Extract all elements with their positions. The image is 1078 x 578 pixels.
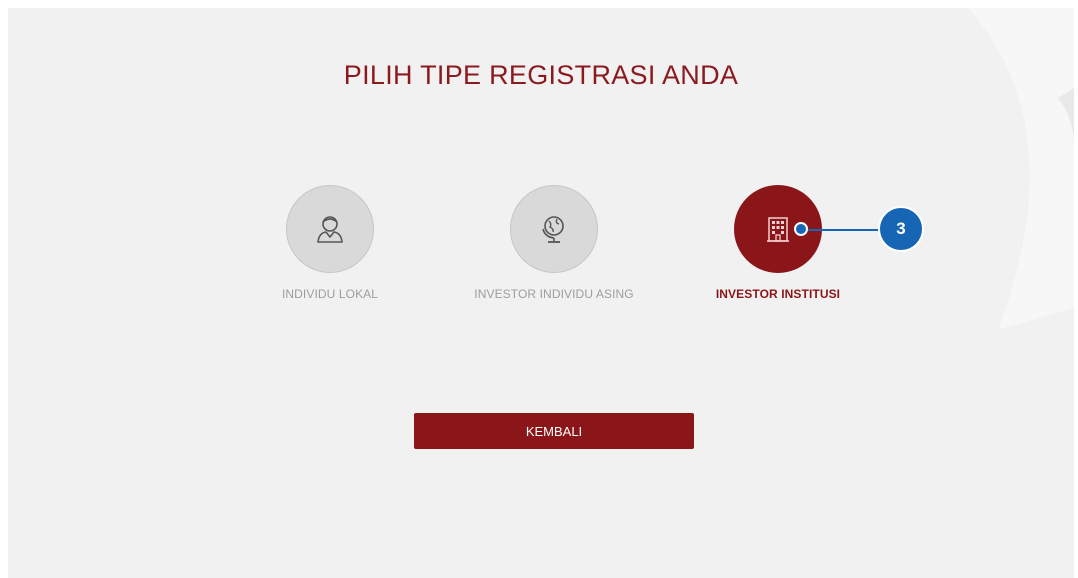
callout-line: [800, 229, 890, 231]
person-icon: [317, 216, 343, 243]
option-circle[interactable]: [510, 185, 598, 273]
option-label: INVESTOR INDIVIDU ASING: [474, 287, 634, 301]
page-title: PILIH TIPE REGISTRASI ANDA: [343, 60, 739, 90]
option-investor-individu-asing[interactable]: INVESTOR INDIVIDU ASING: [454, 185, 654, 301]
option-investor-institusi[interactable]: INVESTOR INSTITUSI: [678, 185, 878, 301]
option-label: INVESTOR INSTITUSI: [715, 287, 841, 301]
building-icon: [767, 217, 789, 242]
option-individu-lokal[interactable]: INDIVIDU LOKAL: [230, 185, 430, 301]
back-button[interactable]: KEMBALI: [414, 413, 694, 449]
callout-badge: 3: [878, 206, 924, 252]
option-label: INDIVIDU LOKAL: [281, 287, 379, 301]
option-circle[interactable]: [286, 185, 374, 273]
globe-icon: [542, 216, 564, 243]
callout-dot: [794, 222, 808, 236]
registration-page: PILIH TIPE REGISTRASI ANDA INDIVIDU LOKA…: [8, 8, 1074, 578]
